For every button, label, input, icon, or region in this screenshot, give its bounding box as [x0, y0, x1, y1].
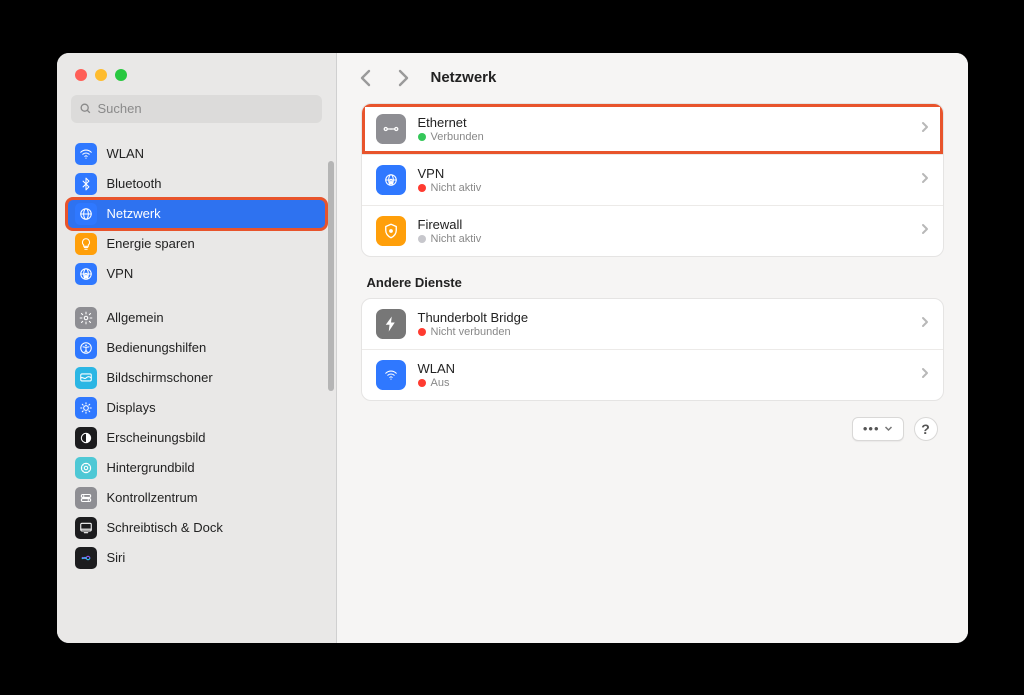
vpn-icon: [376, 165, 406, 195]
service-row-vpn[interactable]: VPNNicht aktiv: [362, 154, 943, 205]
sidebar-scrollbar[interactable]: [328, 161, 334, 391]
chevron-right-icon: [921, 120, 929, 138]
gear-icon: [75, 307, 97, 329]
vpn-icon: [75, 263, 97, 285]
control-center-icon: [75, 487, 97, 509]
sidebar-item-label: Bedienungshilfen: [107, 340, 207, 355]
service-status: Verbunden: [418, 131, 909, 143]
sidebar-item-wlan[interactable]: WLAN: [67, 139, 326, 169]
footer-actions: ••• ?: [361, 401, 944, 445]
service-title: VPN: [418, 166, 909, 181]
primary-services-card: EthernetVerbundenVPNNicht aktivFirewallN…: [361, 103, 944, 257]
forward-button[interactable]: [393, 67, 415, 89]
chevron-right-icon: [921, 315, 929, 333]
maximize-button[interactable]: [115, 69, 127, 81]
sidebar-item-label: Energie sparen: [107, 236, 195, 251]
sidebar-item-label: Netzwerk: [107, 206, 161, 221]
service-row-ethernet[interactable]: EthernetVerbunden: [362, 104, 943, 154]
firewall-icon: [376, 216, 406, 246]
sidebar-item-label: Siri: [107, 550, 126, 565]
sidebar-item-label: Bildschirmschoner: [107, 370, 213, 385]
service-status: Nicht verbunden: [418, 326, 909, 338]
help-button[interactable]: ?: [914, 417, 938, 441]
sidebar-item-label: Bluetooth: [107, 176, 162, 191]
sidebar-list: WLAN Bluetooth Netzwerk Energie sparen VPN A…: [57, 133, 336, 643]
main-panel: Netzwerk EthernetVerbundenVPNNicht aktiv…: [337, 53, 968, 643]
chevron-right-icon: [921, 171, 929, 189]
wifi-icon: [376, 360, 406, 390]
sidebar-item-label: Schreibtisch & Dock: [107, 520, 223, 535]
chevron-right-icon: [921, 366, 929, 384]
sidebar-item-bluetooth[interactable]: Bluetooth: [67, 169, 326, 199]
sidebar-item-netzwerk[interactable]: Netzwerk: [67, 199, 326, 229]
wallpaper-icon: [75, 457, 97, 479]
page-title: Netzwerk: [431, 69, 497, 86]
service-title: Firewall: [418, 217, 909, 232]
sidebar-item-vpn[interactable]: VPN: [67, 259, 326, 289]
sidebar-item-label: Displays: [107, 400, 156, 415]
more-button[interactable]: •••: [852, 417, 904, 441]
search-placeholder: Suchen: [98, 101, 142, 116]
sidebar-item-label: Allgemein: [107, 310, 164, 325]
window-controls: [57, 53, 336, 95]
sidebar-item-bildschirmschoner[interactable]: Bildschirmschoner: [67, 363, 326, 393]
service-title: Ethernet: [418, 115, 909, 130]
header: Netzwerk: [337, 53, 968, 99]
sidebar-item-allgemein[interactable]: Allgemein: [67, 303, 326, 333]
chevron-down-icon: [884, 424, 893, 433]
sidebar-item-siri[interactable]: Siri: [67, 543, 326, 573]
dock-icon: [75, 517, 97, 539]
sidebar-item-label: Hintergrundbild: [107, 460, 195, 475]
thunderbolt-icon: [376, 309, 406, 339]
sidebar-item-kontrollzentrum[interactable]: Kontrollzentrum: [67, 483, 326, 513]
sidebar-item-label: Erscheinungsbild: [107, 430, 206, 445]
service-status: Aus: [418, 377, 909, 389]
bluetooth-icon: [75, 173, 97, 195]
service-status: Nicht aktiv: [418, 233, 909, 245]
status-dot: [418, 133, 426, 141]
sidebar-item-label: Kontrollzentrum: [107, 490, 198, 505]
siri-icon: [75, 547, 97, 569]
search-icon: [79, 102, 92, 115]
sidebar-item-displays[interactable]: Displays: [67, 393, 326, 423]
service-row-firewall[interactable]: FirewallNicht aktiv: [362, 205, 943, 256]
service-title: WLAN: [418, 361, 909, 376]
appearance-icon: [75, 427, 97, 449]
service-row-wlan[interactable]: WLANAus: [362, 349, 943, 400]
settings-window: Suchen WLAN Bluetooth Netzwerk Energie spar…: [57, 53, 968, 643]
sidebar-item-label: VPN: [107, 266, 134, 281]
chevron-right-icon: [921, 222, 929, 240]
sidebar-item-label: WLAN: [107, 146, 145, 161]
status-dot: [418, 184, 426, 192]
accessibility-icon: [75, 337, 97, 359]
ethernet-icon: [376, 114, 406, 144]
status-dot: [418, 328, 426, 336]
screensaver-icon: [75, 367, 97, 389]
bulb-icon: [75, 233, 97, 255]
service-title: Thunderbolt Bridge: [418, 310, 909, 325]
globe-icon: [75, 203, 97, 225]
sidebar-item-bedienungshilfen[interactable]: Bedienungshilfen: [67, 333, 326, 363]
back-button[interactable]: [355, 67, 377, 89]
sidebar-item-schreibtisch-dock[interactable]: Schreibtisch & Dock: [67, 513, 326, 543]
status-dot: [418, 235, 426, 243]
search-input[interactable]: Suchen: [71, 95, 322, 123]
wifi-icon: [75, 143, 97, 165]
service-status: Nicht aktiv: [418, 182, 909, 194]
other-services-card: Thunderbolt BridgeNicht verbundenWLANAus: [361, 298, 944, 401]
sidebar: Suchen WLAN Bluetooth Netzwerk Energie spar…: [57, 53, 337, 643]
displays-icon: [75, 397, 97, 419]
status-dot: [418, 379, 426, 387]
other-services-title: Andere Dienste: [361, 257, 944, 298]
content: EthernetVerbundenVPNNicht aktivFirewallN…: [337, 99, 968, 643]
sidebar-item-hintergrundbild[interactable]: Hintergrundbild: [67, 453, 326, 483]
service-row-thunderbolt-bridge[interactable]: Thunderbolt BridgeNicht verbunden: [362, 299, 943, 349]
sidebar-item-energie-sparen[interactable]: Energie sparen: [67, 229, 326, 259]
minimize-button[interactable]: [95, 69, 107, 81]
close-button[interactable]: [75, 69, 87, 81]
sidebar-item-erscheinungsbild[interactable]: Erscheinungsbild: [67, 423, 326, 453]
